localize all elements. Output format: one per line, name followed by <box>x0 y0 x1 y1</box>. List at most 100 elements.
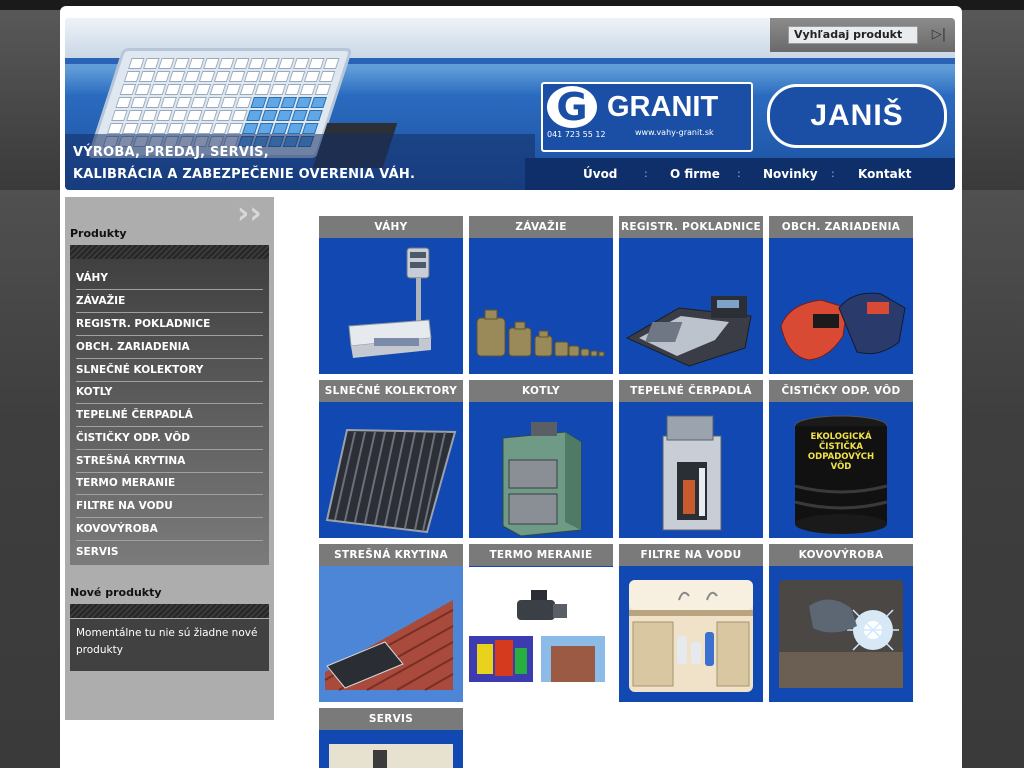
keyboard-key <box>258 71 276 82</box>
product-tile-kotly[interactable]: KOTLY <box>469 380 613 538</box>
menu-item-obch-zariadenia[interactable]: OBCH. ZARIADENIA <box>76 336 263 359</box>
menu-item-vahy[interactable]: VÁHY <box>76 267 263 290</box>
product-tile-filtre-na-vodu[interactable]: FILTRE NA VODU <box>619 544 763 702</box>
tile-label: SLNEČNÉ KOLEKTORY <box>319 380 463 402</box>
keyboard-key <box>181 123 199 134</box>
keyboard-key <box>250 97 267 108</box>
nav-o-firme[interactable]: O firme <box>670 166 720 182</box>
search-input[interactable]: Vyhľadaj produkt <box>788 26 918 44</box>
sidebar: ›› Produkty VÁHY ZÁVAŽIE REGISTR. POKLAD… <box>65 197 274 720</box>
nav-uvod[interactable]: Úvod <box>583 166 617 182</box>
product-tile-zavazie[interactable]: ZÁVAŽIE <box>469 216 613 374</box>
keyboard-key <box>318 71 336 82</box>
keyboard-key <box>128 58 145 69</box>
keyboard-key <box>235 97 252 108</box>
keyboard-key <box>194 84 212 95</box>
menu-item-tepelne-cerpadla[interactable]: TEPELNÉ ČERPADLÁ <box>76 404 263 427</box>
keyboard-key <box>186 110 203 121</box>
keyboard-key <box>141 110 158 121</box>
scale-image <box>348 247 432 358</box>
granit-logo-url: www.vahy-granit.sk <box>635 128 714 137</box>
keyboard-key <box>248 58 265 69</box>
keyboard-key <box>220 97 237 108</box>
thermal-camera-image <box>469 590 605 682</box>
keyboard-key <box>310 97 327 108</box>
tagline-line-1: VÝROBA, PREDAJ, SERVIS, <box>73 145 269 160</box>
keyboard-key <box>233 58 250 69</box>
roof-tiles-image <box>319 566 463 702</box>
tile-label: KOVOVÝROBA <box>769 544 913 566</box>
menu-item-filtre-na-vodu[interactable]: FILTRE NA VODU <box>76 495 263 518</box>
nav-novinky[interactable]: Novinky <box>763 166 818 182</box>
product-tile-tepelne-cerpadla[interactable]: TEPELNÉ ČERPADLÁ <box>619 380 763 538</box>
menu-item-slnecne-kolektory[interactable]: SLNEČNÉ KOLEKTORY <box>76 359 263 382</box>
new-products-heading-bar <box>70 604 269 618</box>
menu-item-zavazie[interactable]: ZÁVAŽIE <box>76 290 263 313</box>
keyboard-key <box>151 123 169 134</box>
tile-label: OBCH. ZARIADENIA <box>769 216 913 238</box>
menu-item-termo-meranie[interactable]: TERMO MERANIE <box>76 472 263 495</box>
tile-label: FILTRE NA VODU <box>619 544 763 566</box>
keyboard-key <box>156 110 173 121</box>
granit-logo-phone: 041 723 55 12 <box>547 130 606 139</box>
keyboard-key <box>164 84 182 95</box>
keyboard-key <box>183 71 201 82</box>
keyboard-key <box>168 71 186 82</box>
keyboard-key <box>149 84 167 95</box>
product-tile-vahy[interactable]: VÁHY <box>319 216 463 374</box>
keyboard-key <box>224 84 242 95</box>
keyboard-key <box>216 110 233 121</box>
menu-item-servis[interactable]: SERVIS <box>76 541 263 563</box>
keyboard-key <box>273 71 291 82</box>
keyboard-key <box>211 123 229 134</box>
granit-logo[interactable]: G GRANIT 041 723 55 12 www.vahy-granit.s… <box>541 82 753 152</box>
menu-item-cisticky-odp-vod[interactable]: ČISTIČKY ODP. VÔD <box>76 427 263 450</box>
keyboard-key <box>171 110 188 121</box>
tile-label: TEPELNÉ ČERPADLÁ <box>619 380 763 402</box>
menu-item-stresna-krytina[interactable]: STREŠNÁ KRYTINA <box>76 450 263 473</box>
keyboard-key <box>203 58 220 69</box>
keyboard-key <box>299 84 317 95</box>
welding-image <box>779 580 903 688</box>
header-tagline: VÝROBA, PREDAJ, SERVIS, KALIBRÁCIA A ZAB… <box>73 142 415 186</box>
keyboard-key <box>293 58 310 69</box>
product-tile-obch-zariadenia[interactable]: OBCH. ZARIADENIA <box>769 216 913 374</box>
keyboard-key <box>138 71 156 82</box>
solar-collector-image <box>325 428 457 534</box>
search-go-icon[interactable]: ▷| <box>928 26 950 44</box>
keyboard-key <box>269 84 287 95</box>
water-filter-image <box>629 580 753 692</box>
keyboard-key <box>231 110 248 121</box>
sidebar-chevron-icon: ›› <box>237 196 262 231</box>
menu-item-kovovyroba[interactable]: KOVOVÝROBA <box>76 518 263 541</box>
keyboard-key <box>246 110 263 121</box>
keyboard-key <box>280 97 297 108</box>
keyboard-key <box>314 84 332 95</box>
tile-label: REGISTR. POKLADNICE <box>619 216 763 238</box>
nav-kontakt[interactable]: Kontakt <box>858 166 911 182</box>
main-nav: Úvod : O firme : Novinky : Kontakt <box>525 158 955 190</box>
menu-item-registr-pokladnice[interactable]: REGISTR. POKLADNICE <box>76 313 263 336</box>
keyboard-key <box>254 84 272 95</box>
product-tile-termo-meranie[interactable]: TERMO MERANIE <box>469 544 613 702</box>
boiler-image <box>502 422 582 537</box>
product-tile-servis[interactable]: SERVIS <box>319 708 463 768</box>
janis-logo[interactable]: JANIŠ <box>767 84 947 148</box>
product-tile-stresna-krytina[interactable]: STREŠNÁ KRYTINA <box>319 544 463 702</box>
keyboard-key <box>278 58 295 69</box>
keyboard-key <box>106 123 124 134</box>
keyboard-key <box>175 97 192 108</box>
product-tile-slnecne-kolektory[interactable]: SLNEČNÉ KOLEKTORY <box>319 380 463 538</box>
keyboard-key <box>145 97 162 108</box>
keyboard-key <box>188 58 205 69</box>
keyboard-key <box>301 123 319 134</box>
keyboard-key <box>198 71 216 82</box>
keyboard-key <box>166 123 184 134</box>
product-tile-cisticky-odp-vod[interactable]: ČISTIČKY ODP. VÔD EKOLOGICKÁ ČISTIČKA OD… <box>769 380 913 538</box>
janis-logo-text: JANIŠ <box>810 99 904 132</box>
keyboard-key <box>160 97 177 108</box>
menu-item-kotly[interactable]: KOTLY <box>76 381 263 404</box>
product-tile-registr-pokladnice[interactable]: REGISTR. POKLADNICE <box>619 216 763 374</box>
keyboard-key <box>308 58 325 69</box>
product-tile-kovovyroba[interactable]: KOVOVÝROBA <box>769 544 913 702</box>
